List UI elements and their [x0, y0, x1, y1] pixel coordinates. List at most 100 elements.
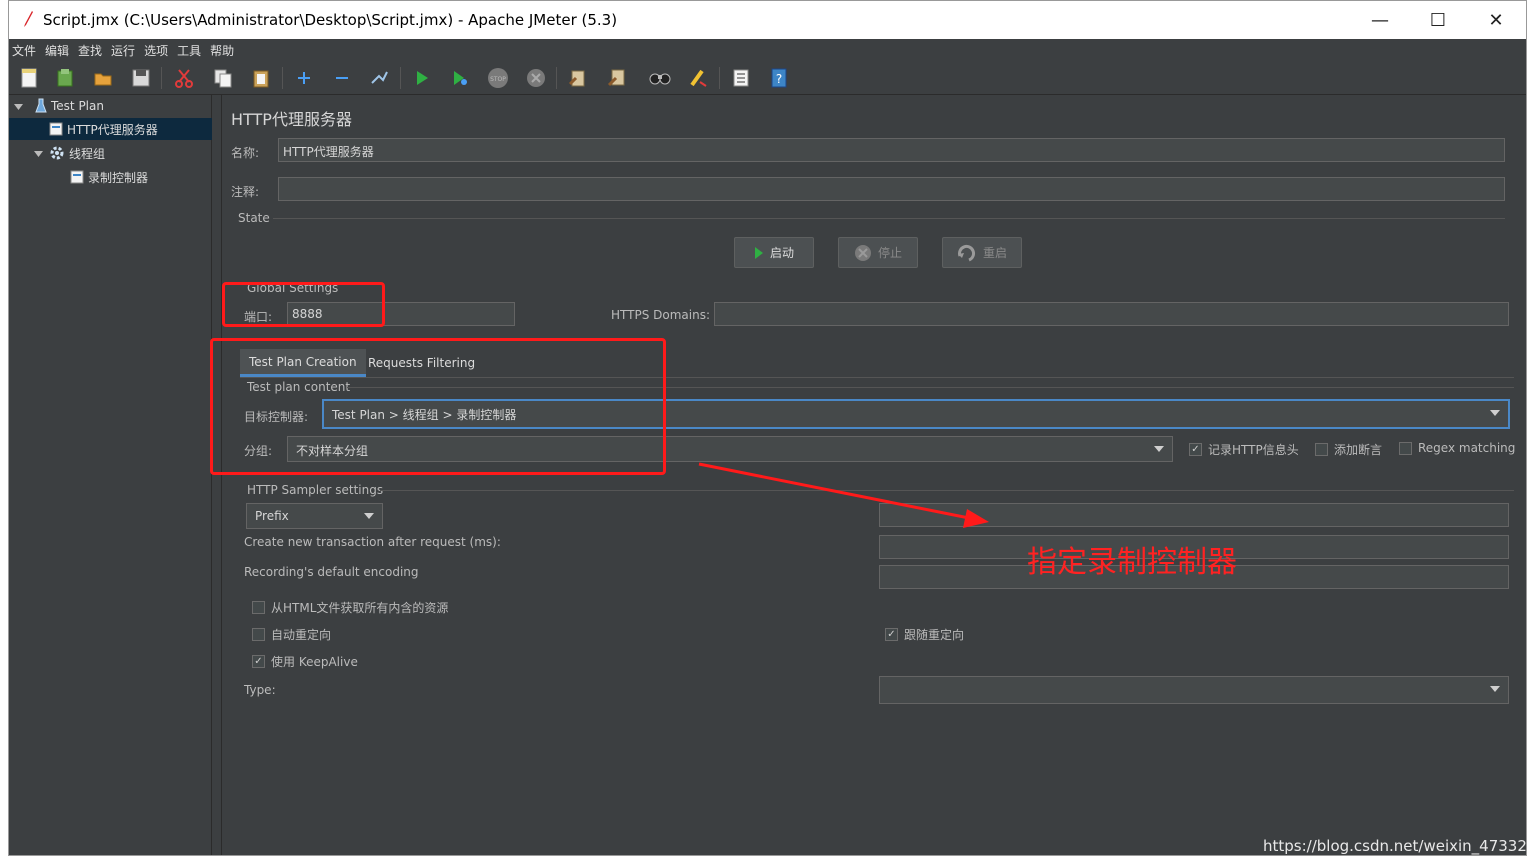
chevron-down-icon — [1154, 446, 1164, 452]
flask-icon — [35, 98, 47, 113]
encoding-label: Recording's default encoding — [244, 565, 419, 579]
port-highlight — [222, 282, 385, 327]
reset-search-icon[interactable] — [687, 67, 709, 89]
menu-file[interactable]: 文件 — [12, 42, 36, 59]
name-label: 名称: — [231, 146, 260, 160]
tree-item-http-proxy[interactable]: HTTP代理服务器 — [9, 118, 212, 140]
templates-icon[interactable] — [54, 67, 76, 89]
toolbar: STOP ? — [9, 61, 1526, 95]
menu-edit[interactable]: 编辑 — [45, 42, 69, 59]
clear-icon[interactable] — [567, 67, 589, 89]
new-icon[interactable] — [18, 67, 40, 89]
document-icon — [49, 122, 63, 136]
function-helper-icon[interactable] — [730, 67, 752, 89]
menu-run[interactable]: 运行 — [111, 42, 135, 59]
cut-icon[interactable] — [173, 67, 195, 89]
tree-item-label: 录制控制器 — [88, 170, 149, 185]
tree-item-label: Test Plan — [51, 99, 104, 113]
arrow-icon — [698, 462, 989, 528]
type-label: Type: — [244, 683, 276, 697]
window-title: Script.jmx (C:\Users\Administrator\Deskt… — [43, 11, 618, 29]
maximize-icon: ☐ — [1429, 9, 1447, 31]
checkmark-icon: ✓ — [885, 628, 898, 641]
feather-icon — [24, 11, 33, 27]
splitter[interactable] — [212, 95, 222, 855]
paste-icon[interactable] — [250, 67, 272, 89]
tree-item-label: 线程组 — [69, 146, 106, 161]
svg-text:STOP: STOP — [490, 76, 506, 83]
stop-icon[interactable]: STOP — [487, 67, 509, 89]
play-icon — [754, 246, 764, 260]
restart-button[interactable]: 重启 — [942, 237, 1022, 268]
chevron-down-icon — [1490, 410, 1500, 416]
https-domains-input[interactable] — [714, 302, 1509, 326]
restart-icon — [957, 244, 977, 262]
tree-item-label: HTTP代理服务器 — [67, 122, 158, 137]
checkmark-icon: ✓ — [1189, 443, 1202, 456]
sampler-settings-title: HTTP Sampler settings — [247, 483, 384, 497]
svg-text:?: ? — [776, 72, 782, 86]
start-icon[interactable] — [411, 67, 433, 89]
toggle-icon[interactable] — [368, 67, 390, 89]
help-icon[interactable]: ? — [768, 67, 790, 89]
keepalive-checkbox[interactable]: ✓ 使用 KeepAlive — [252, 653, 358, 670]
desktop-strip — [0, 856, 1536, 864]
test-plan-tree: Test Plan HTTP代理服务器 线程组 录制控制器 — [9, 95, 212, 855]
save-icon[interactable] — [130, 67, 152, 89]
search-icon[interactable] — [649, 67, 671, 89]
retrieve-resources-checkbox[interactable]: 从HTML文件获取所有内含的资源 — [252, 599, 448, 616]
chevron-down-icon[interactable] — [14, 102, 23, 111]
chevron-down-icon — [364, 513, 374, 519]
divider — [273, 218, 1505, 219]
menu-search[interactable]: 查找 — [78, 42, 102, 59]
menu-bar: 文件 编辑 查找 运行 选项 工具 帮助 — [9, 39, 1526, 61]
chevron-down-icon — [1490, 686, 1500, 692]
add-assertion-checkbox[interactable]: 添加断言 — [1315, 441, 1382, 458]
state-group-title: State — [238, 211, 270, 225]
start-no-pauses-icon[interactable] — [449, 67, 471, 89]
gear-icon — [50, 146, 64, 160]
open-icon[interactable] — [92, 67, 114, 89]
target-controller-highlight — [210, 338, 666, 475]
collapse-all-icon[interactable] — [331, 67, 353, 89]
close-icon: ✕ — [1488, 9, 1504, 31]
prefix-select[interactable]: Prefix — [246, 503, 383, 529]
comment-input[interactable] — [278, 177, 1505, 201]
minimize-icon: — — [1371, 9, 1389, 31]
https-domains-label: HTTPS Domains: — [611, 308, 710, 322]
follow-redirect-checkbox[interactable]: ✓ 跟随重定向 — [885, 626, 964, 643]
transaction-label: Create new transaction after request (ms… — [244, 535, 501, 549]
menu-tools[interactable]: 工具 — [177, 42, 201, 59]
shutdown-icon[interactable] — [525, 67, 547, 89]
watermark: https://blog.csdn.net/weixin_47332872 — [1263, 837, 1527, 855]
start-button[interactable]: 启动 — [734, 237, 814, 268]
tree-item-thread-group[interactable]: 线程组 — [9, 142, 212, 164]
menu-help[interactable]: 帮助 — [210, 42, 234, 59]
close-button[interactable]: ✕ — [1467, 1, 1525, 39]
clear-all-icon[interactable] — [606, 67, 628, 89]
type-select[interactable] — [879, 676, 1509, 704]
name-input[interactable]: HTTP代理服务器 — [278, 138, 1505, 162]
comment-label: 注释: — [231, 185, 260, 199]
tree-item-recording-controller[interactable]: 录制控制器 — [9, 166, 212, 188]
checkmark-icon: ✓ — [252, 655, 265, 668]
chevron-down-icon[interactable] — [34, 149, 43, 158]
document-icon — [70, 170, 84, 184]
expand-all-icon[interactable] — [293, 67, 315, 89]
start-button-label: 启动 — [769, 246, 794, 260]
regex-matching-checkbox[interactable]: Regex matching — [1399, 441, 1515, 455]
copy-icon[interactable] — [212, 67, 234, 89]
auto-redirect-checkbox[interactable]: 自动重定向 — [252, 626, 331, 643]
tree-item-test-plan[interactable]: Test Plan — [9, 95, 212, 117]
restart-button-label: 重启 — [982, 246, 1007, 260]
page-title: HTTP代理服务器 — [231, 110, 352, 129]
stop-button[interactable]: 停止 — [838, 237, 918, 268]
annotation-text: 指定录制控制器 — [1027, 545, 1237, 580]
menu-options[interactable]: 选项 — [144, 42, 168, 59]
stop-circle-icon — [854, 244, 872, 262]
title-bar: Script.jmx (C:\Users\Administrator\Deskt… — [9, 1, 1526, 39]
record-headers-checkbox[interactable]: ✓ 记录HTTP信息头 — [1189, 441, 1299, 458]
stop-button-label: 停止 — [877, 246, 902, 260]
minimize-button[interactable]: — — [1351, 1, 1409, 39]
maximize-button[interactable]: ☐ — [1409, 1, 1467, 39]
